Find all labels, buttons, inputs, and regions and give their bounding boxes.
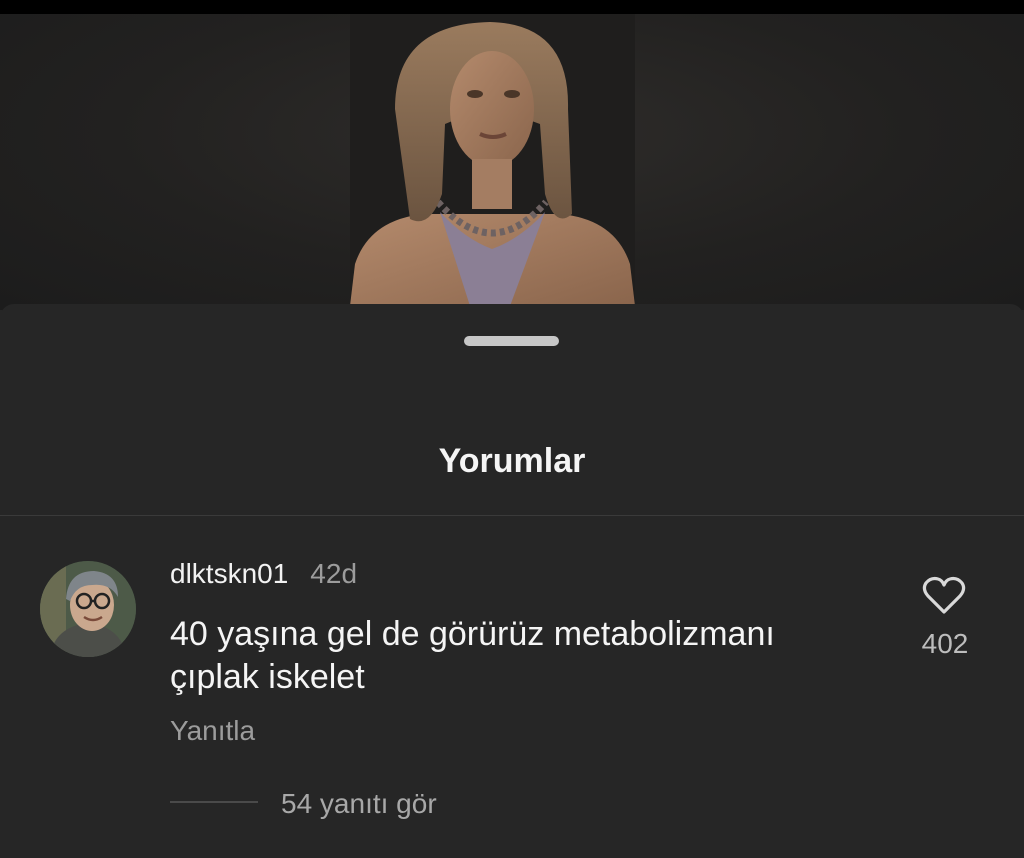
video-frame-image <box>350 14 635 306</box>
commenter-avatar[interactable] <box>40 561 136 657</box>
comment-timestamp: 42d <box>310 558 358 589</box>
heart-icon <box>922 576 966 614</box>
avatar-image <box>40 561 136 657</box>
title-divider <box>0 515 1024 516</box>
comment-text-line-2: çıplak iskelet <box>170 658 365 696</box>
sheet-title: Yorumlar <box>438 442 586 480</box>
drag-handle[interactable] <box>464 336 559 346</box>
comment-text: 40 yaşına gel de görürüz metabolizmanı ç… <box>170 613 870 699</box>
reply-button[interactable]: Yanıtla <box>170 715 255 747</box>
comment-text-line-1: 40 yaşına gel de görürüz metabolizmanı <box>170 615 775 653</box>
replies-divider-line <box>170 801 258 803</box>
comment-header: dlktskn01 42d <box>170 558 357 590</box>
view-replies-button[interactable]: 54 yanıtı gör <box>281 788 437 820</box>
comments-sheet: Yorumlar dlktskn01 42d 40 yaşına gel de … <box>0 304 1024 858</box>
status-bar <box>0 0 1024 14</box>
video-preview[interactable] <box>0 14 1024 310</box>
like-button[interactable] <box>922 576 966 616</box>
comment-username[interactable]: dlktskn01 <box>170 558 288 590</box>
like-count: 402 <box>921 628 969 659</box>
